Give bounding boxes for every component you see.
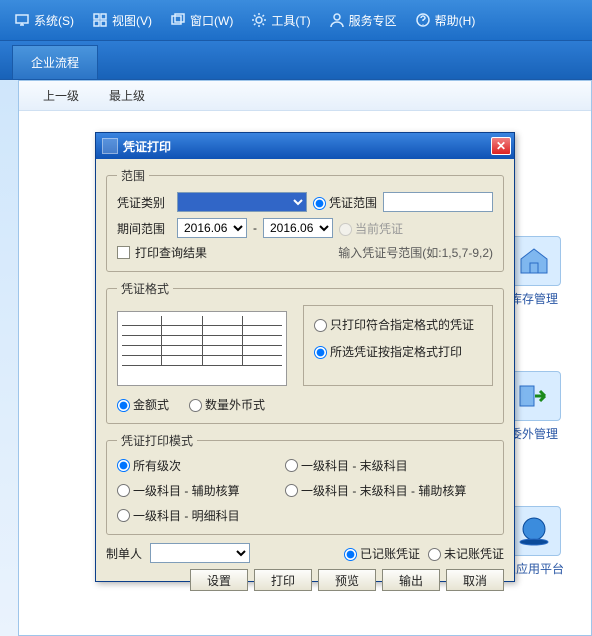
cancel-button[interactable]: 取消 [446,569,504,591]
button-bar: 设置 打印 预览 输出 取消 [106,569,504,591]
opt-match-radio[interactable]: 只打印符合指定格式的凭证 [314,316,482,333]
dialog-title: 凭证打印 [123,138,171,155]
preview-button[interactable]: 预览 [318,569,376,591]
range-hint: 输入凭证号范围(如:1,5,7-9,2) [338,244,493,261]
workflow-breadcrumb: 上一级 最上级 [19,81,591,111]
format-options: 只打印符合指定格式的凭证 所选凭证按指定格式打印 [303,305,493,386]
range-radio[interactable]: 凭证范围 [313,194,377,211]
radio-label: 数量外币式 [205,398,265,412]
period-to-combo[interactable]: 2016.06 [263,218,333,238]
radio-label: 当前凭证 [355,222,403,236]
mode-legend: 凭证打印模式 [117,432,197,449]
bottom-row: 制单人 已记账凭证 未记账凭证 [106,543,504,563]
dash: - [253,221,257,235]
mode-l1-detail-radio[interactable]: 一级科目 - 明细科目 [117,507,240,524]
monitor-icon [14,12,30,28]
radio-label: 一级科目 - 明细科目 [133,507,240,524]
voucher-type-combo[interactable] [177,192,307,212]
mode-all-radio[interactable]: 所有级次 [117,457,267,474]
radio-label: 只打印符合指定格式的凭证 [330,318,474,332]
radio-label: 未记账凭证 [444,547,504,561]
windows-icon [170,12,186,28]
scope-legend: 范围 [117,167,149,184]
radio-label: 一级科目 - 末级科目 - 辅助核算 [301,482,466,499]
nav-up[interactable]: 上一级 [43,87,79,104]
menu-label: 帮助(H) [435,12,476,29]
person-icon [329,12,345,28]
period-label: 期间范围 [117,220,171,237]
checkbox-label: 打印查询结果 [135,244,207,261]
menu-label: 系统(S) [34,12,74,29]
menu-label: 工具(T) [271,12,310,29]
format-group: 凭证格式 只打印符合指定格式的凭证 所选凭证按指定格式打印 [106,280,504,424]
opt-force-radio[interactable]: 所选凭证按指定格式打印 [314,343,482,360]
radio-label: 一级科目 - 辅助核算 [133,482,240,499]
menu-tools[interactable]: 工具(T) [245,8,316,33]
settings-button[interactable]: 设置 [190,569,248,591]
maker-combo[interactable] [150,543,250,563]
menu-label: 服务专区 [349,12,397,29]
arrow-out-icon [507,371,561,421]
dialog-icon [102,138,118,154]
mode-l1-end-radio[interactable]: 一级科目 - 末级科目 [285,457,408,474]
menu-help[interactable]: 帮助(H) [409,8,482,33]
current-radio: 当前凭证 [339,220,403,237]
menubar: 系统(S) 视图(V) 窗口(W) 工具(T) 服务专区 帮助(H) [0,0,592,40]
menu-service[interactable]: 服务专区 [323,8,403,33]
maker-label: 制单人 [106,545,142,562]
period-from-combo[interactable]: 2016.06 [177,218,247,238]
house-icon [507,236,561,286]
voucher-type-label: 凭证类别 [117,194,171,211]
range-input[interactable] [383,192,493,212]
print-button[interactable]: 打印 [254,569,312,591]
menu-system[interactable]: 系统(S) [8,8,80,33]
menu-label: 窗口(W) [190,12,233,29]
amount-radio[interactable]: 金额式 [117,396,169,413]
radio-label: 凭证范围 [329,196,377,210]
print-query-checkbox[interactable]: 打印查询结果 [117,244,207,261]
radio-label: 金额式 [133,398,169,412]
scope-group: 范围 凭证类别 凭证范围 期间范围 2016.06 - 2016.06 当前凭证… [106,167,504,272]
menu-view[interactable]: 视图(V) [86,8,158,33]
radio-label: 已记账凭证 [360,547,420,561]
nav-top[interactable]: 最上级 [109,87,145,104]
radio-label: 所选凭证按指定格式打印 [330,345,462,359]
grid-icon [92,12,108,28]
tab-enterprise-flow[interactable]: 企业流程 [12,45,98,79]
format-legend: 凭证格式 [117,280,173,297]
qtyfx-radio[interactable]: 数量外币式 [189,396,265,413]
posted-radio[interactable]: 已记账凭证 [344,545,420,562]
mode-group: 凭证打印模式 所有级次 一级科目 - 末级科目 一级科目 - 辅助核算 一级科目… [106,432,504,535]
help-icon [415,12,431,28]
export-button[interactable]: 输出 [382,569,440,591]
radio-label: 所有级次 [133,457,181,474]
dialog-titlebar[interactable]: 凭证打印 ✕ [96,133,514,159]
close-button[interactable]: ✕ [491,137,511,155]
menu-label: 视图(V) [112,12,152,29]
globe-icon [507,506,561,556]
mode-l1-end-aux-radio[interactable]: 一级科目 - 末级科目 - 辅助核算 [285,482,466,499]
voucher-print-dialog: 凭证打印 ✕ 范围 凭证类别 凭证范围 期间范围 2016.06 - 2016.… [95,132,515,582]
gear-icon [251,12,267,28]
radio-label: 一级科目 - 末级科目 [301,457,408,474]
mode-l1-aux-radio[interactable]: 一级科目 - 辅助核算 [117,482,267,499]
voucher-pattern-preview [117,311,287,386]
tab-strip: 企业流程 [0,40,592,80]
unposted-radio[interactable]: 未记账凭证 [428,545,504,562]
menu-window[interactable]: 窗口(W) [164,8,239,33]
